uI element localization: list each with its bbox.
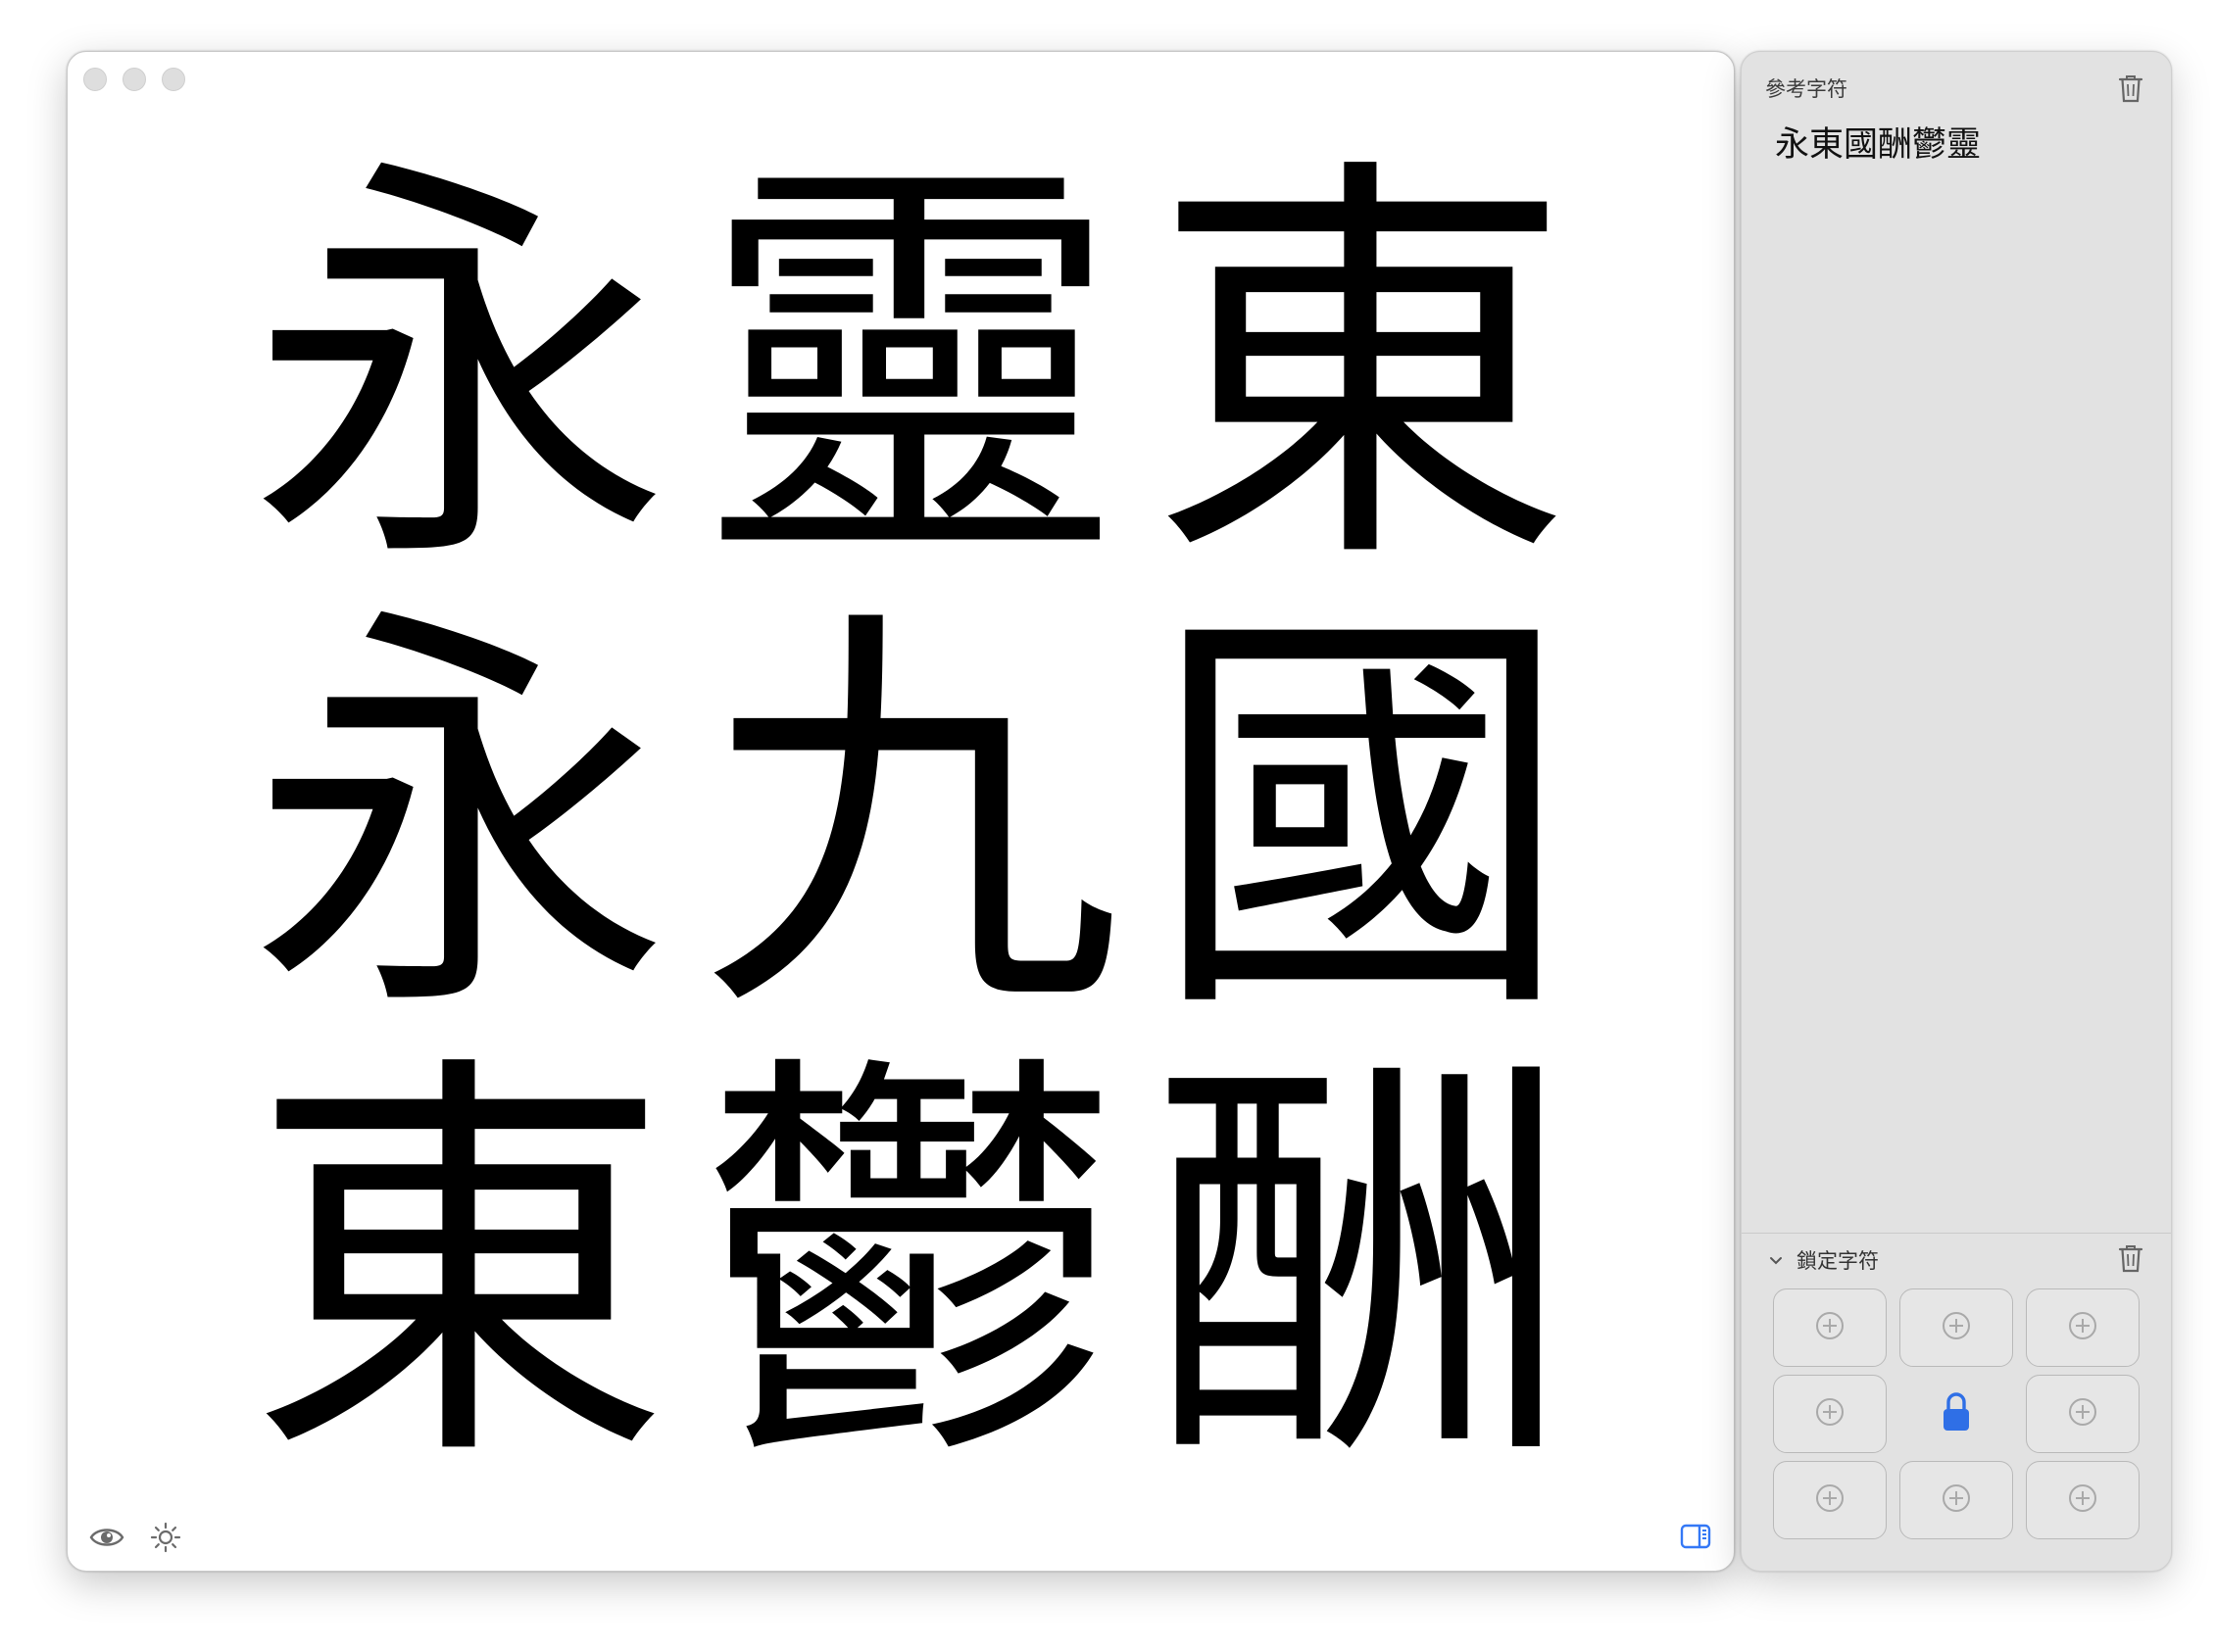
glyph-cell[interactable]: 鬱 [685, 1044, 1136, 1492]
add-locked-character-button[interactable] [1773, 1375, 1887, 1453]
glyph-cell[interactable]: 永 [234, 146, 685, 595]
locked-slot[interactable] [1899, 1375, 2013, 1453]
lock-icon[interactable] [1941, 1391, 1972, 1437]
glyph-cell[interactable]: 國 [1136, 595, 1587, 1044]
sun-icon[interactable] [146, 1518, 185, 1557]
zoom-window-button[interactable] [162, 68, 185, 91]
add-locked-character-button[interactable] [1899, 1461, 2013, 1539]
glyph-cell[interactable]: 東 [234, 1044, 685, 1492]
reference-characters-title: 參考字符 [1765, 78, 1847, 101]
chevron-down-icon[interactable] [1769, 1248, 1783, 1272]
side-panel: 參考字符 永東國酬鬱靈 鎖定字符 [1741, 51, 2172, 1572]
locked-characters-title: 鎖定字符 [1797, 1250, 1879, 1273]
minimize-window-button[interactable] [123, 68, 146, 91]
plus-circle-icon [2066, 1395, 2099, 1433]
glyph-preview-window: 永 靈 東 永 九 國 東 鬱 酬 [67, 51, 1735, 1572]
glyph-cell[interactable]: 靈 [685, 146, 1136, 595]
plus-circle-icon [1813, 1309, 1846, 1347]
reference-characters-field[interactable]: 永東國酬鬱靈 [1775, 117, 1981, 167]
glyph-cell[interactable]: 永 [234, 595, 685, 1044]
plus-circle-icon [1813, 1482, 1846, 1520]
plus-circle-icon [1813, 1395, 1846, 1433]
add-locked-character-button[interactable] [1899, 1288, 2013, 1367]
eye-icon[interactable] [87, 1518, 126, 1557]
add-locked-character-button[interactable] [1773, 1288, 1887, 1367]
window-controls [83, 68, 185, 91]
plus-circle-icon [1940, 1309, 1973, 1347]
glyph-cell[interactable]: 九 [685, 595, 1136, 1044]
trash-icon[interactable] [2114, 72, 2147, 105]
sidebar-toggle-icon[interactable] [1679, 1520, 1712, 1553]
plus-circle-icon [2066, 1482, 2099, 1520]
add-locked-character-button[interactable] [2026, 1288, 2140, 1367]
add-locked-character-button[interactable] [1773, 1461, 1887, 1539]
locked-characters-header[interactable]: 鎖定字符 [1769, 1245, 1879, 1275]
plus-circle-icon [1940, 1482, 1973, 1520]
plus-circle-icon [2066, 1309, 2099, 1347]
add-locked-character-button[interactable] [2026, 1461, 2140, 1539]
glyph-cell[interactable]: 東 [1136, 146, 1587, 595]
trash-icon[interactable] [2114, 1241, 2147, 1275]
glyph-grid: 永 靈 東 永 九 國 東 鬱 酬 [234, 146, 1587, 1492]
locked-characters-section: 鎖定字符 [1742, 1233, 2171, 1571]
locked-slot-grid [1773, 1288, 2140, 1539]
add-locked-character-button[interactable] [2026, 1375, 2140, 1453]
glyph-cell[interactable]: 酬 [1136, 1044, 1587, 1492]
bottom-toolbar [87, 1518, 185, 1557]
close-window-button[interactable] [83, 68, 107, 91]
